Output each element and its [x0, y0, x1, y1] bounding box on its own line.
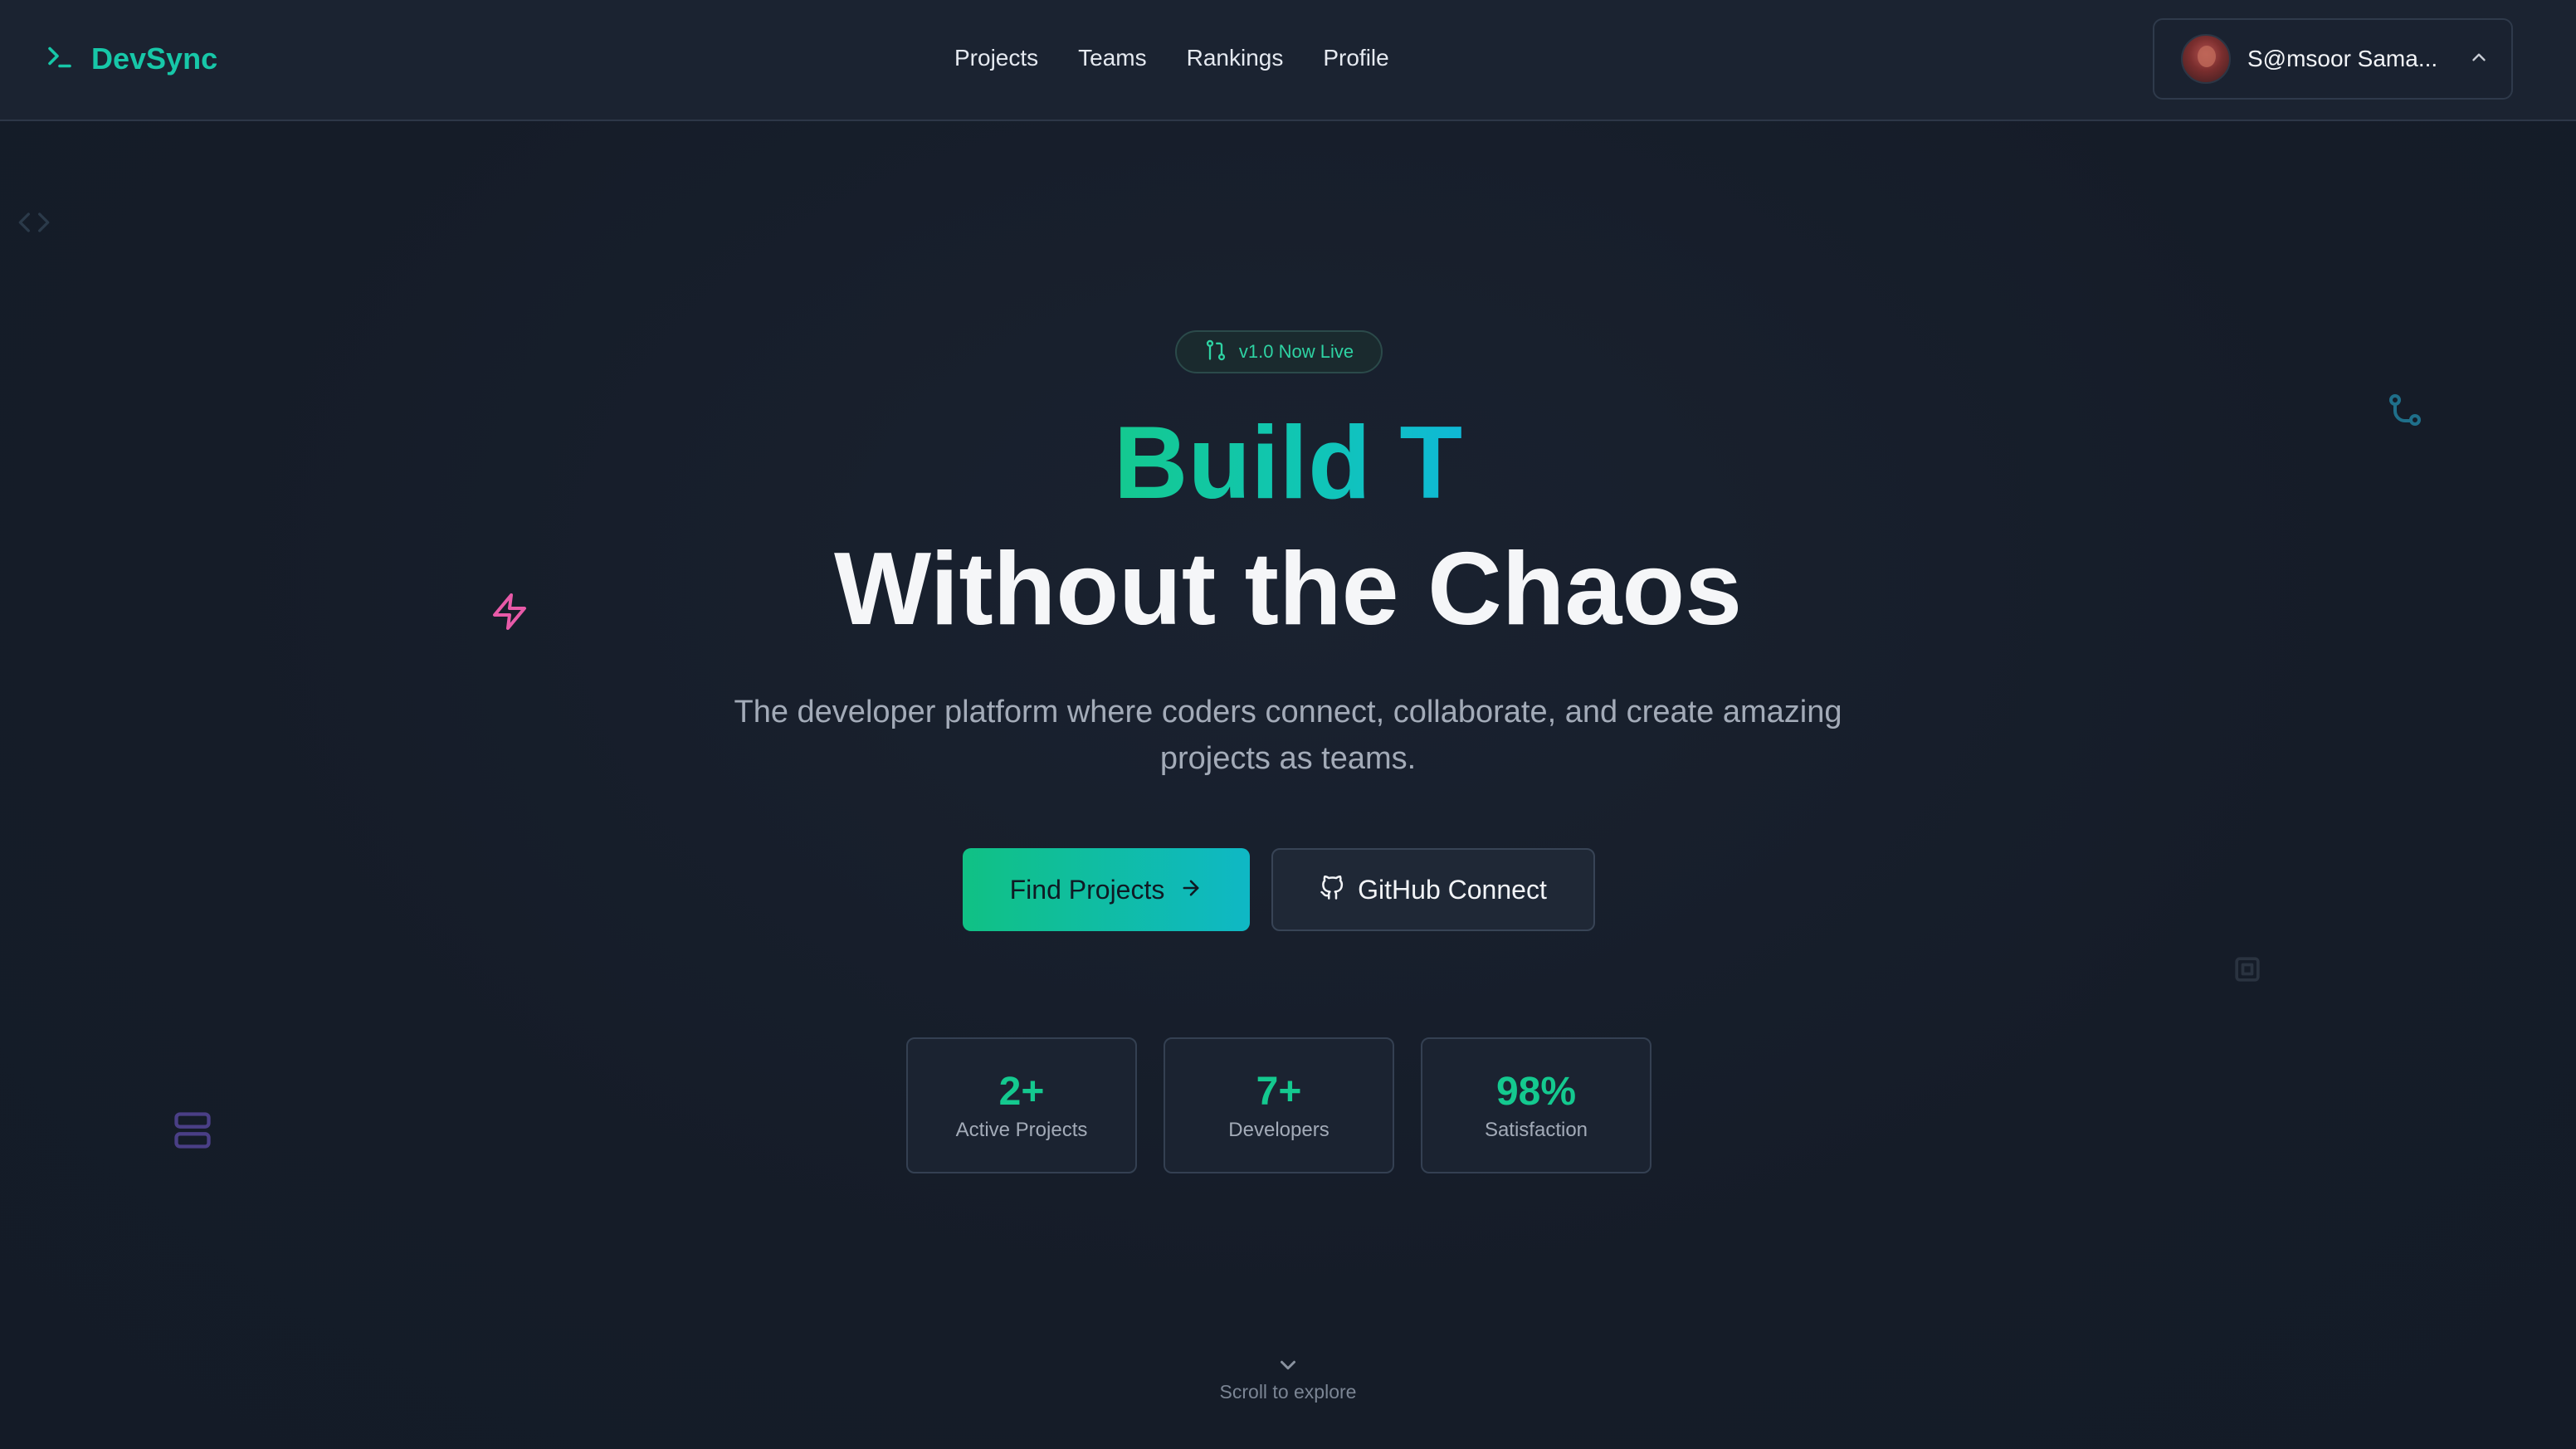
- stat-card-developers: 7+ Developers: [1164, 1037, 1394, 1173]
- stat-card-projects: 2+ Active Projects: [906, 1037, 1137, 1173]
- user-name: S@msoor Sama...: [2247, 46, 2438, 71]
- chevron-down-icon: [0, 1353, 2576, 1378]
- hero-title-line1: Build T: [1113, 406, 1463, 520]
- avatar: [2181, 34, 2231, 84]
- find-projects-label: Find Projects: [1009, 874, 1165, 905]
- arrow-right-icon: [1179, 876, 1203, 904]
- scroll-hint-text: Scroll to explore: [1219, 1381, 1357, 1403]
- github-connect-label: GitHub Connect: [1358, 874, 1547, 905]
- nav-link-rankings[interactable]: Rankings: [1187, 45, 1284, 71]
- brand-name: DevSync: [91, 41, 218, 76]
- chevron-up-icon: [2458, 46, 2490, 72]
- terminal-icon: [45, 42, 75, 76]
- nav-link-teams[interactable]: Teams: [1078, 45, 1146, 71]
- cpu-icon: [2229, 951, 2266, 988]
- scroll-hint[interactable]: Scroll to explore: [0, 1353, 2576, 1403]
- version-badge: v1.0 Now Live: [1175, 330, 1383, 373]
- hero-title-line2: Without the Chaos: [833, 532, 1743, 646]
- stat-card-satisfaction: 98% Satisfaction: [1421, 1037, 1651, 1173]
- stat-label: Satisfaction: [1484, 1119, 1588, 1141]
- nav-link-profile[interactable]: Profile: [1323, 45, 1388, 71]
- stat-label: Developers: [1228, 1119, 1329, 1141]
- stat-value: 98%: [1495, 1070, 1577, 1114]
- hero-subtitle: The developer platform where coders conn…: [734, 695, 1842, 776]
- git-pull-request-icon: [1204, 339, 1227, 366]
- find-projects-button[interactable]: Find Projects: [963, 848, 1250, 931]
- code-icon: [13, 206, 55, 239]
- brand-logo-link[interactable]: DevSync: [45, 38, 217, 80]
- landing-page: DevSync Projects Teams Rankings Profile …: [0, 0, 2576, 1449]
- top-navbar: DevSync Projects Teams Rankings Profile …: [0, 0, 2576, 121]
- stat-value: 2+: [998, 1070, 1045, 1114]
- badge-text: v1.0 Now Live: [1238, 341, 1354, 362]
- user-menu-button[interactable]: S@msoor Sama...: [2153, 18, 2513, 100]
- stat-label: Active Projects: [955, 1119, 1088, 1141]
- nav-link-projects[interactable]: Projects: [954, 45, 1038, 71]
- main-nav: Projects Teams Rankings Profile: [954, 40, 1389, 76]
- github-icon: [1320, 875, 1344, 905]
- hero-title-gradient: Build T: [0, 405, 2576, 521]
- stats-row: 2+ Active Projects 7+ Developers 98% Sat…: [0, 1037, 2576, 1173]
- stat-value: 7+: [1256, 1070, 1302, 1114]
- github-connect-button[interactable]: GitHub Connect: [1271, 848, 1595, 931]
